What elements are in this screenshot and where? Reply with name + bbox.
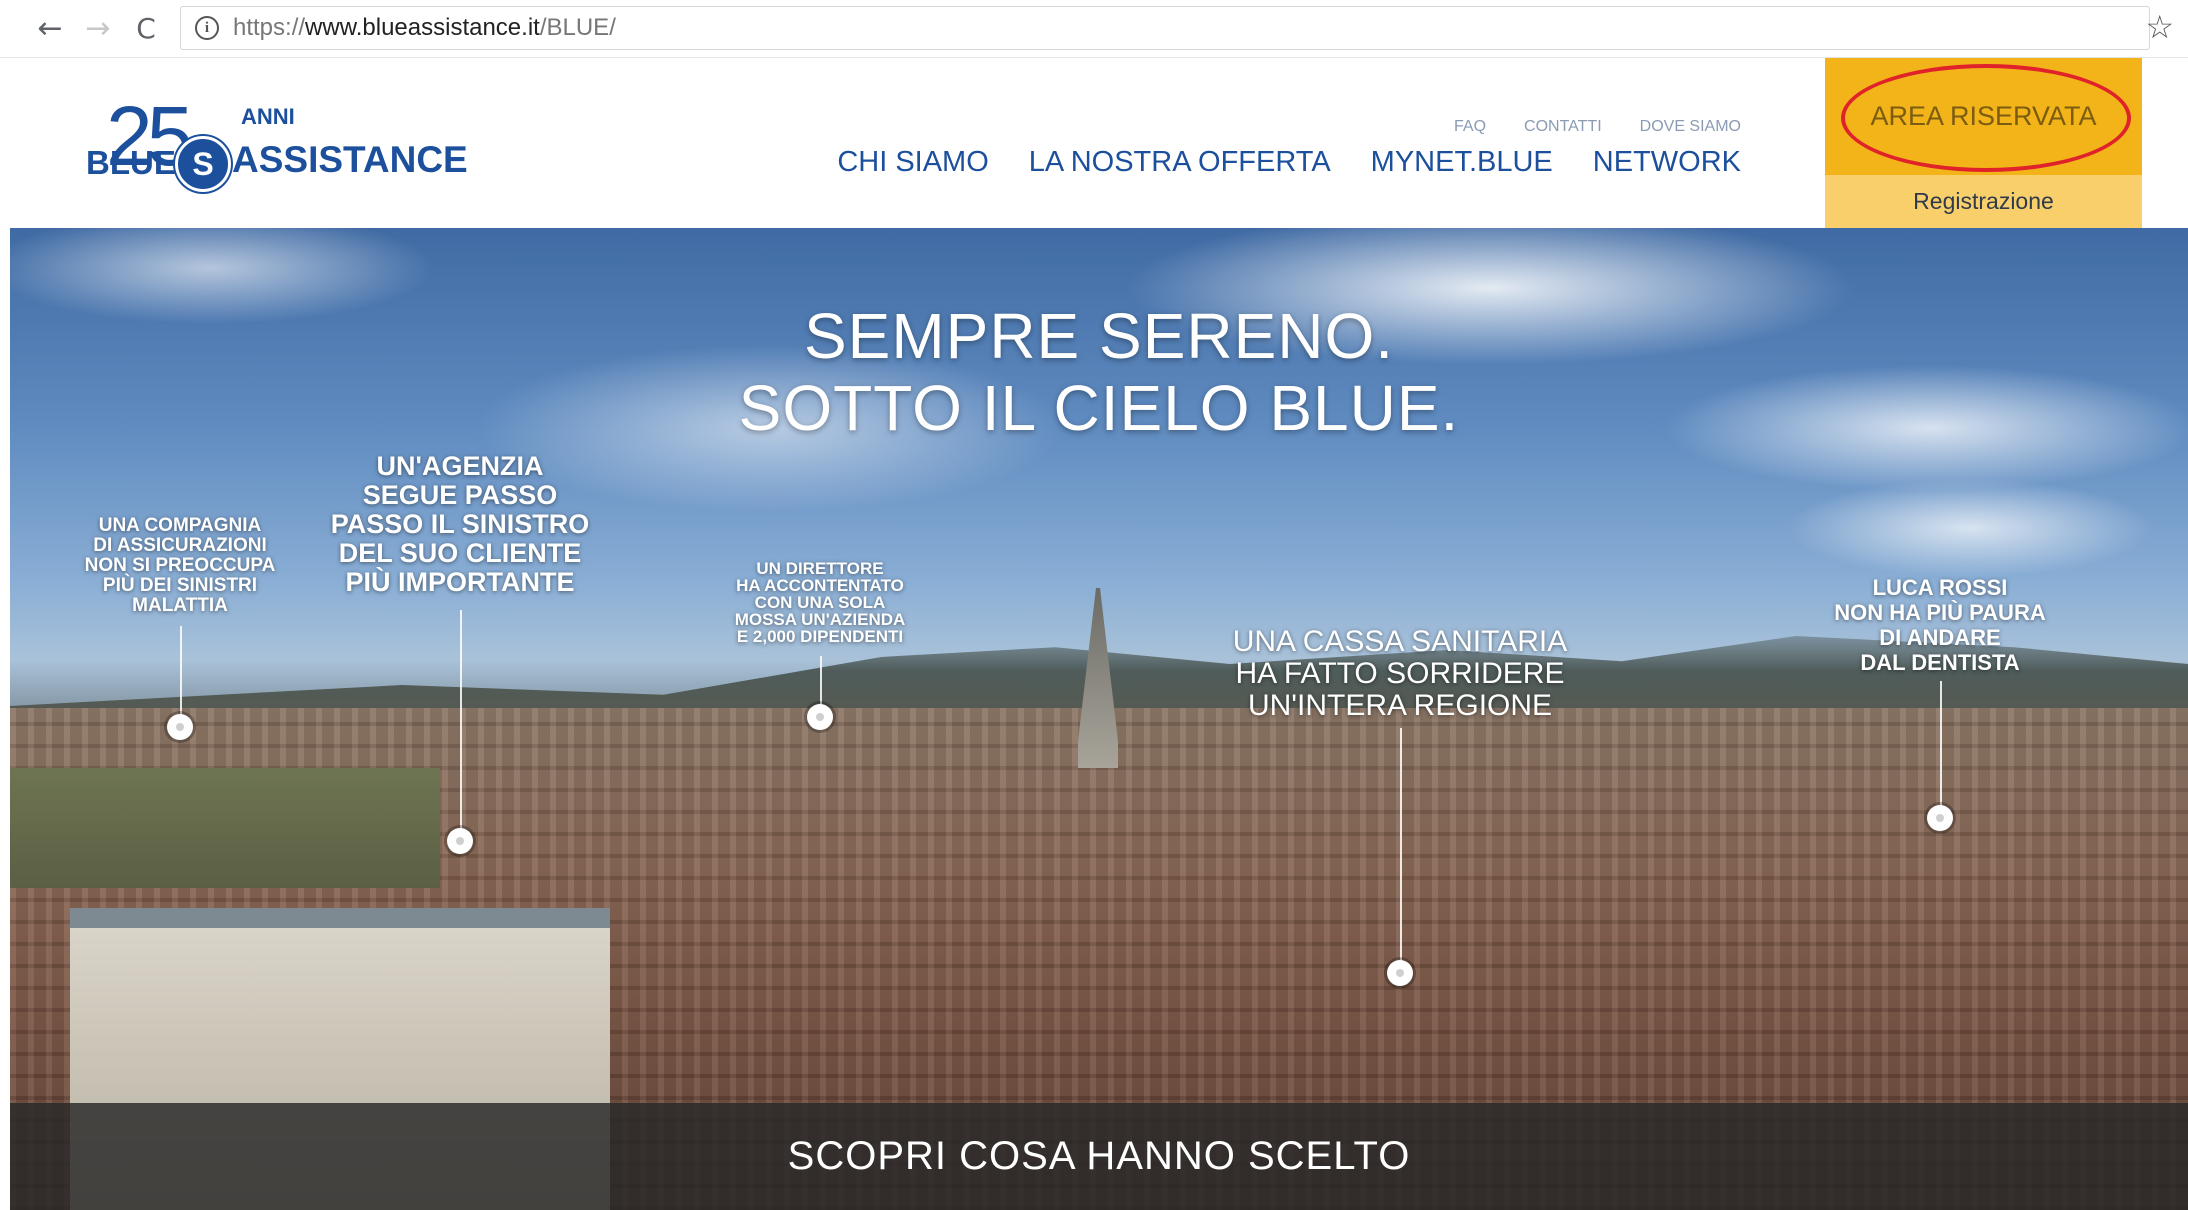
info-icon[interactable]: i (195, 16, 219, 40)
callout-compagnia[interactable]: UNA COMPAGNIA DI ASSICURAZIONI NON SI PR… (70, 515, 290, 740)
area-riservata-button[interactable]: AREA RISERVATA (1825, 58, 2142, 175)
site-header: 25 ANNI BLUE S ASSISTANCE FAQ CONTATTI D… (0, 58, 2188, 228)
callout-stem (1400, 728, 1402, 968)
highlight-circle (1841, 64, 2131, 172)
logo-word-blue: BLUE (86, 144, 176, 181)
main-nav: CHI SIAMO LA NOSTRA OFFERTA MYNET.BLUE N… (837, 146, 1741, 179)
hero-title-line2: SOTTO IL CIELO BLUE. (738, 372, 1460, 444)
callout-cassa[interactable]: UNA CASSA SANITARIA HA FATTO SORRIDERE U… (1220, 625, 1580, 986)
registrazione-button[interactable]: Registrazione (1825, 175, 2142, 228)
nav-link-contatti[interactable]: CONTATTI (1524, 118, 1602, 136)
nav-link-faq[interactable]: FAQ (1454, 118, 1486, 136)
callout-text: UNA CASSA SANITARIA HA FATTO SORRIDERE U… (1232, 625, 1568, 722)
nav-item-chi-siamo[interactable]: CHI SIAMO (837, 146, 988, 179)
callout-text: UN DIRETTORE HA ACCONTENTATO CON UNA SOL… (734, 559, 906, 646)
callout-dot[interactable] (447, 828, 473, 854)
callout-stem (460, 610, 462, 836)
callout-dot[interactable] (167, 714, 193, 740)
logo-word-assistance: ASSISTANCE (232, 139, 468, 180)
nav-item-mynet[interactable]: MYNET.BLUE (1371, 146, 1553, 179)
nav-link-dove-siamo[interactable]: DOVE SIAMO (1640, 118, 1741, 136)
forward-icon[interactable]: → (78, 8, 118, 48)
reload-icon[interactable]: C (126, 8, 166, 48)
url-path: /BLUE/ (539, 14, 616, 41)
callout-agenzia[interactable]: UN'AGENZIA SEGUE PASSO PASSO IL SINISTRO… (325, 451, 595, 854)
callout-text: UNA COMPAGNIA DI ASSICURAZIONI NON SI PR… (84, 515, 276, 616)
logo-anni: ANNI (241, 104, 295, 129)
secondary-nav: FAQ CONTATTI DOVE SIAMO (1454, 118, 1741, 136)
callout-luca[interactable]: LUCA ROSSI NON HA PIÙ PAURA DI ANDARE DA… (1820, 575, 2060, 831)
nav-item-offerta[interactable]: LA NOSTRA OFFERTA (1029, 146, 1331, 179)
url-scheme: https:// (233, 14, 306, 41)
back-icon[interactable]: ← (30, 8, 70, 48)
browser-toolbar: ← → C i https:// www.blueassistance.it /… (0, 0, 2188, 58)
callout-dot[interactable] (1387, 960, 1413, 986)
cta-label: SCOPRI COSA HANNO SCELTO (787, 1134, 1411, 1178)
hero-banner: SEMPRE SERENO. SOTTO IL CIELO BLUE. UNA … (10, 228, 2188, 1210)
callout-direttore[interactable]: UN DIRETTORE HA ACCONTENTATO CON UNA SOL… (720, 559, 920, 730)
logo-emblem-icon: S (175, 136, 231, 192)
callout-dot[interactable] (1927, 805, 1953, 831)
callout-text: LUCA ROSSI NON HA PIÙ PAURA DI ANDARE DA… (1834, 575, 2046, 675)
address-bar[interactable]: i https:// www.blueassistance.it /BLUE/ (180, 6, 2150, 50)
url-host: www.blueassistance.it (305, 14, 540, 41)
callout-stem (180, 626, 182, 722)
park-area (10, 768, 440, 888)
bookmark-star-icon[interactable]: ☆ (2145, 8, 2174, 46)
hero-title: SEMPRE SERENO. SOTTO IL CIELO BLUE. (10, 300, 2188, 444)
cta-bar[interactable]: SCOPRI COSA HANNO SCELTO (10, 1103, 2188, 1210)
callout-stem (1940, 681, 1942, 813)
logo[interactable]: 25 ANNI BLUE S ASSISTANCE (86, 89, 468, 196)
callout-text: UN'AGENZIA SEGUE PASSO PASSO IL SINISTRO… (330, 451, 590, 597)
callout-dot[interactable] (807, 704, 833, 730)
registrazione-label: Registrazione (1913, 188, 2054, 214)
hero-title-line1: SEMPRE SERENO. (803, 300, 1395, 372)
nav-item-network[interactable]: NETWORK (1593, 146, 1741, 179)
